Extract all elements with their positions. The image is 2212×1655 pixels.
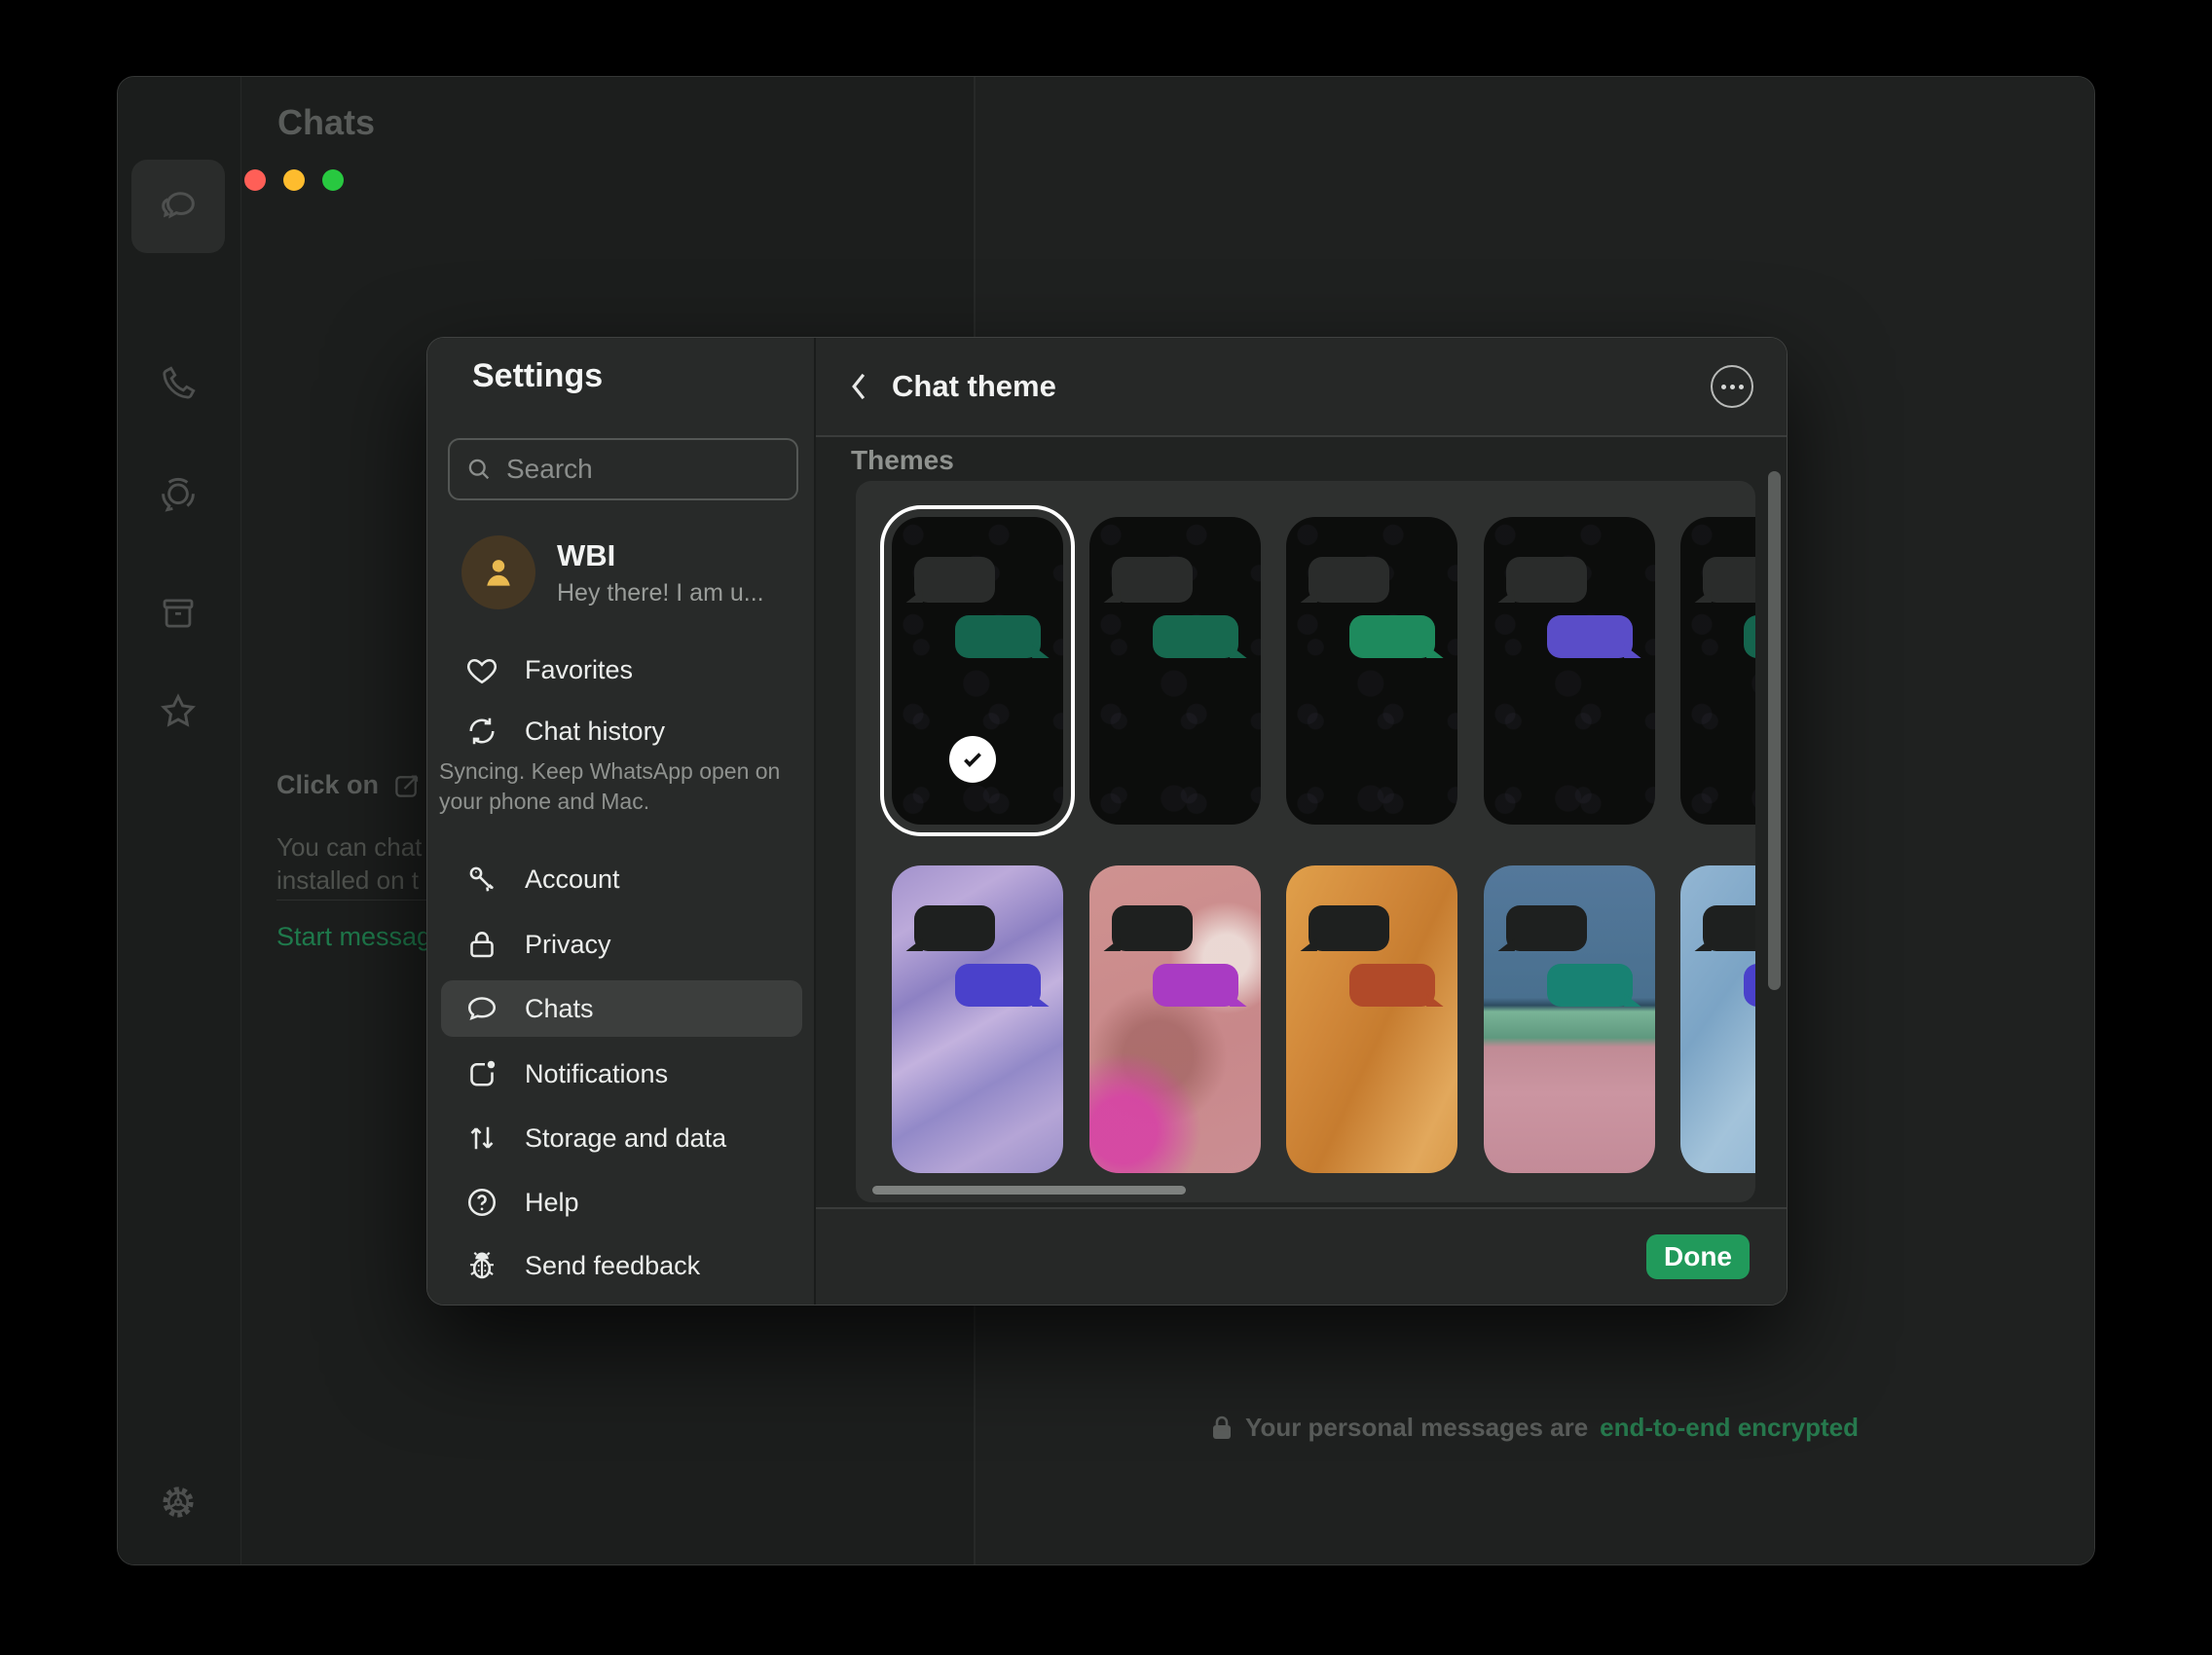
menu-item-storage[interactable]: Storage and data (441, 1110, 802, 1166)
selected-check-icon (949, 736, 996, 783)
back-button[interactable] (830, 357, 888, 416)
star-icon (157, 690, 200, 733)
search-icon (465, 456, 493, 483)
menu-item-send-feedback[interactable]: Send feedback (441, 1237, 802, 1294)
chat-bubble-icon (464, 991, 499, 1026)
more-options-button[interactable] (1711, 365, 1753, 408)
profile-row[interactable]: WBI Hey there! I am u... (461, 535, 764, 609)
bug-icon (464, 1248, 499, 1283)
sidebar-item-app-settings[interactable] (131, 1455, 225, 1549)
themes-section: Themes (816, 437, 1787, 1207)
sidebar-item-chats[interactable] (131, 160, 225, 253)
whatsapp-window: Chats Click on in You can chat installed… (117, 76, 2095, 1565)
preview-incoming-bubble (914, 557, 995, 603)
notifications-icon (464, 1056, 499, 1091)
sidebar-item-starred[interactable] (131, 665, 225, 758)
chat-theme-header: Chat theme (816, 338, 1787, 437)
vertical-scrollbar[interactable] (1768, 471, 1781, 990)
themes-grid (856, 481, 1755, 1202)
page-title: Chats (277, 102, 375, 143)
menu-item-chat-history[interactable]: Chat history (441, 703, 802, 759)
sidebar-item-calls[interactable] (131, 337, 225, 430)
up-down-arrows-icon (464, 1121, 499, 1156)
horizontal-scrollbar[interactable] (872, 1186, 1186, 1195)
gear-icon (157, 1481, 200, 1524)
settings-title: Settings (472, 357, 603, 395)
menu-item-chats[interactable]: Chats (441, 980, 802, 1037)
theme-tile-dark-green-3[interactable] (1286, 517, 1457, 825)
encryption-note-highlight: end-to-end encrypted (1600, 1413, 1859, 1443)
window-controls (244, 169, 344, 191)
theme-tile-holographic[interactable] (892, 865, 1063, 1173)
menu-item-account[interactable]: Account (441, 851, 802, 907)
sidebar-item-status[interactable] (131, 448, 225, 541)
menu-item-help[interactable]: Help (441, 1174, 802, 1231)
phone-icon (158, 363, 199, 404)
themes-label: Themes (851, 445, 954, 476)
person-icon (477, 551, 520, 594)
theme-tile-pink-floral[interactable] (1089, 865, 1261, 1173)
preview-outgoing-bubble (955, 615, 1041, 658)
new-chat-icon (392, 771, 422, 800)
sidebar-item-archived[interactable] (131, 567, 225, 660)
status-icon (157, 473, 200, 516)
divider (276, 900, 426, 901)
key-icon (464, 862, 499, 897)
search-input[interactable] (506, 454, 779, 485)
theme-tile-dark-purple[interactable] (1484, 517, 1655, 825)
settings-pane: Settings WBI (427, 338, 816, 1305)
help-icon (464, 1185, 499, 1220)
theme-tile-blue-water[interactable] (1680, 865, 1755, 1173)
theme-tile-pink-beach[interactable] (1484, 865, 1655, 1173)
menu-item-favorites[interactable]: Favorites (441, 642, 802, 698)
encryption-note: Your personal messages are end-to-end en… (975, 1413, 2094, 1443)
minimize-window-button[interactable] (283, 169, 305, 191)
chevron-left-icon (844, 370, 873, 403)
empty-state-text: You can chat installed on t (276, 830, 422, 897)
chat-theme-pane: Chat theme Themes (816, 338, 1787, 1305)
lock-icon (1210, 1415, 1234, 1442)
sync-note: Syncing. Keep WhatsApp open on your phon… (439, 756, 782, 817)
settings-search[interactable] (448, 438, 798, 500)
profile-status: Hey there! I am u... (557, 579, 764, 607)
menu-item-notifications[interactable]: Notifications (441, 1046, 802, 1102)
sync-icon (464, 714, 499, 749)
theme-tile-orange-swirl[interactable] (1286, 865, 1457, 1173)
done-button[interactable]: Done (1646, 1234, 1750, 1279)
screen: Chats Click on in You can chat installed… (0, 0, 2212, 1655)
avatar (461, 535, 535, 609)
profile-name: WBI (557, 538, 764, 573)
menu-item-privacy[interactable]: Privacy (441, 916, 802, 973)
lock-outline-icon (464, 927, 499, 962)
sidebar-rail (118, 77, 241, 1564)
archive-icon (158, 593, 199, 634)
chat-theme-title: Chat theme (892, 369, 1056, 404)
start-messaging-link[interactable]: Start messag (276, 922, 431, 952)
theme-tile-dark-cut[interactable] (1680, 517, 1755, 825)
heart-icon (464, 652, 499, 687)
chat-theme-footer: Done (816, 1207, 1787, 1305)
theme-tile-dark-green-2[interactable] (1089, 517, 1261, 825)
zoom-window-button[interactable] (322, 169, 344, 191)
close-window-button[interactable] (244, 169, 266, 191)
settings-modal: Settings WBI (426, 337, 1788, 1306)
theme-tile-dark-green-1[interactable] (892, 517, 1063, 825)
chats-icon (156, 184, 201, 229)
